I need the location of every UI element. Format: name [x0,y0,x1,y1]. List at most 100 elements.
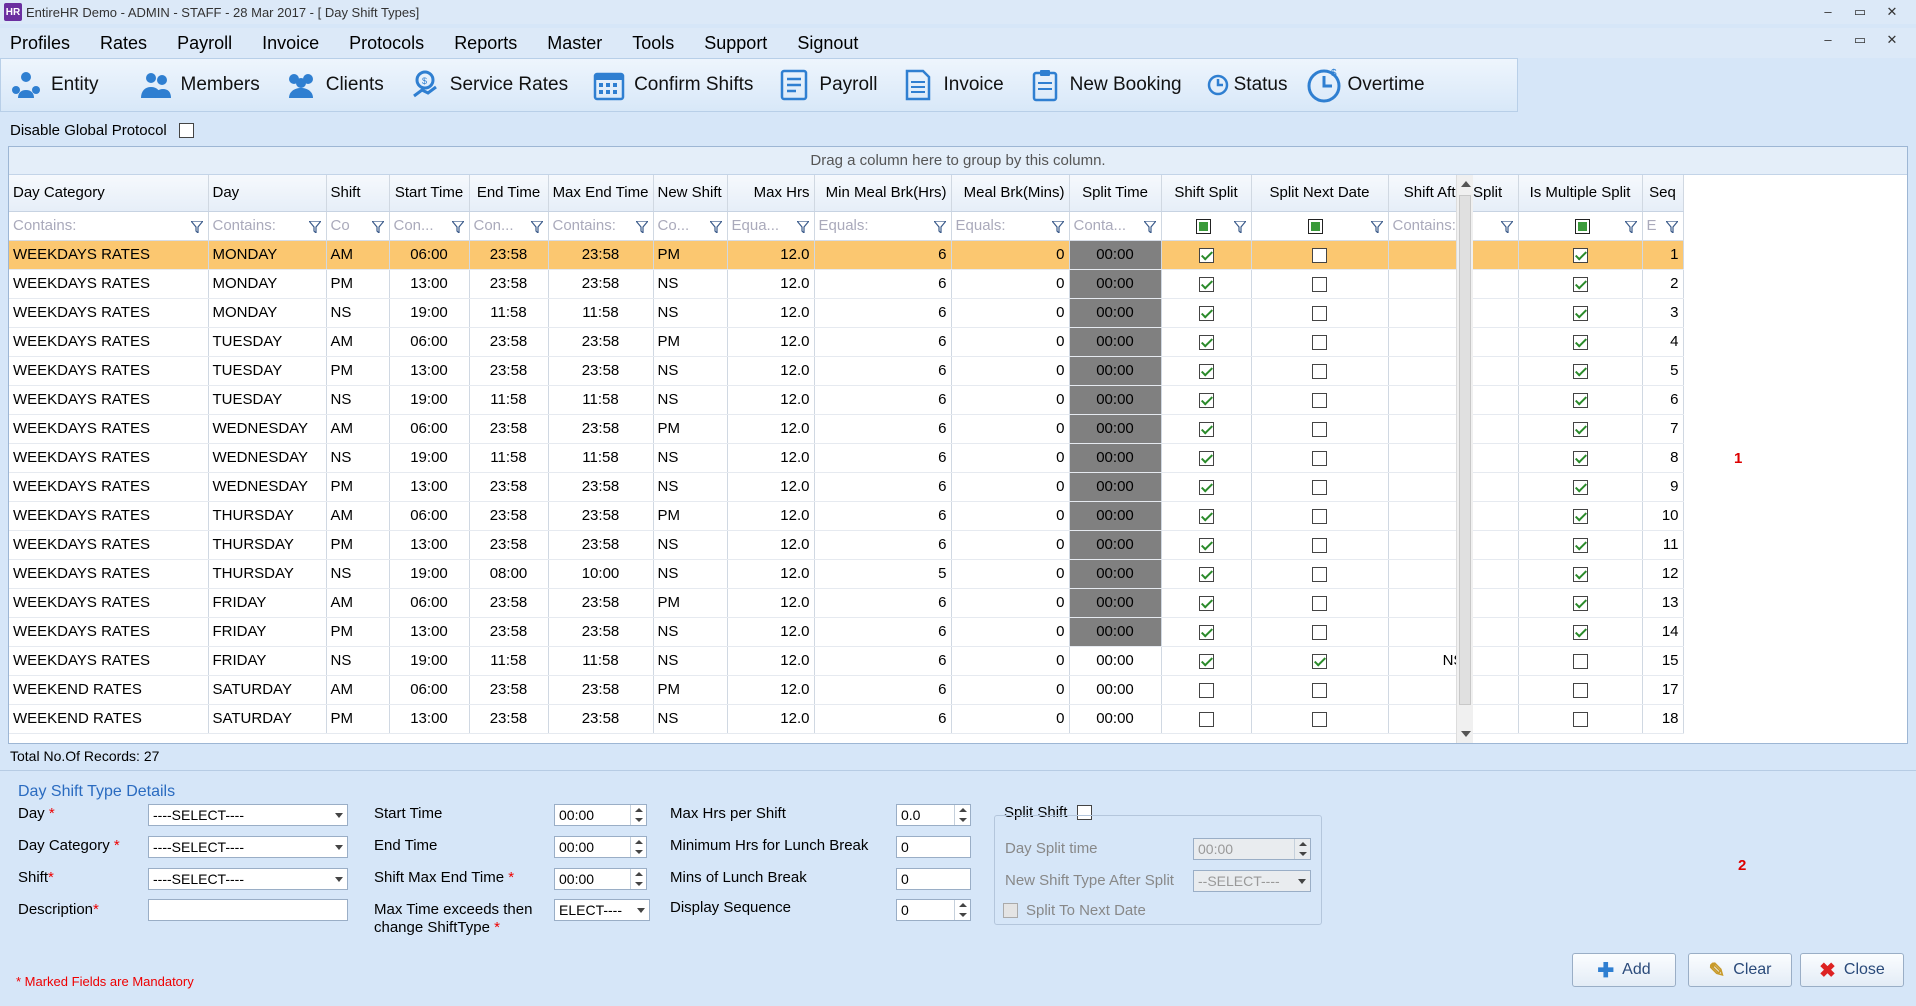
table-cell[interactable]: NS [326,443,390,473]
checked-checkbox[interactable] [1198,537,1214,553]
table-row[interactable]: WEEKDAYS RATES THURSDAY AM 06:00 23:58 23:58 P… [9,501,1684,531]
clear-button[interactable]: ✎ Clear [1688,953,1792,987]
table-cell[interactable]: WEEKDAYS RATES [9,501,209,531]
filter-icon[interactable] [1143,220,1156,233]
table-cell[interactable] [1518,269,1643,299]
table-cell[interactable]: 00:00 [1069,675,1162,705]
table-cell[interactable]: SATURDAY [208,704,327,734]
table-cell[interactable]: 15 [1642,646,1684,676]
checked-checkbox[interactable] [1198,508,1214,524]
table-cell[interactable]: 12.0 [727,559,815,589]
menu-reports[interactable]: Reports [454,31,517,56]
table-cell[interactable]: 00:00 [1069,327,1162,357]
table-cell[interactable] [1388,675,1519,705]
table-cell[interactable]: 12.0 [727,269,815,299]
column-filter[interactable]: Co... [653,211,728,241]
table-cell[interactable] [1388,356,1519,386]
table-row[interactable]: WEEKDAYS RATES FRIDAY AM 06:00 23:58 23:58 PM 1… [9,588,1684,618]
toolbar-entity[interactable]: Entity [9,68,99,102]
checked-checkbox[interactable] [1198,421,1214,437]
table-cell[interactable]: NS [1388,646,1519,676]
table-cell[interactable]: NS [653,704,728,734]
table-cell[interactable]: 12.0 [727,530,815,560]
table-cell[interactable]: 23:58 [469,472,549,502]
table-cell[interactable]: 0 [951,414,1070,444]
column-filter[interactable] [1161,211,1252,241]
table-cell[interactable]: THURSDAY [208,559,327,589]
spinner-icon[interactable] [1294,839,1310,859]
table-cell[interactable]: SATURDAY [208,675,327,705]
menu-payroll[interactable]: Payroll [177,31,232,56]
filter-icon[interactable] [635,220,648,233]
checked-checkbox[interactable] [1198,334,1214,350]
column-header[interactable]: Start Time [389,175,470,212]
table-cell[interactable]: 13:00 [389,356,470,386]
table-cell[interactable]: FRIDAY [208,588,327,618]
table-cell[interactable] [1388,501,1519,531]
table-cell[interactable]: MONDAY [208,269,327,299]
column-header[interactable]: Shift [326,175,390,212]
table-cell[interactable]: NS [653,530,728,560]
day-split-time-input[interactable]: 00:00 [1193,838,1311,860]
table-cell[interactable]: 00:00 [1069,356,1162,386]
spinner-icon[interactable] [954,805,970,825]
table-cell[interactable]: 14 [1642,617,1684,647]
column-filter[interactable]: Contains: [1388,211,1519,241]
table-cell[interactable]: 11:58 [469,443,549,473]
table-cell[interactable]: 00:00 [1069,414,1162,444]
table-cell[interactable]: 12.0 [727,675,815,705]
table-cell[interactable]: WEEKDAYS RATES [9,298,209,328]
filter-icon[interactable] [190,220,203,233]
table-cell[interactable] [1518,588,1643,618]
table-cell[interactable]: 00:00 [1069,617,1162,647]
table-cell[interactable] [1388,385,1519,415]
table-cell[interactable]: 0 [951,443,1070,473]
table-cell[interactable]: PM [326,617,390,647]
table-cell[interactable]: 9 [1642,472,1684,502]
table-cell[interactable]: TUESDAY [208,356,327,386]
filter-icon[interactable] [1233,220,1246,233]
unchecked-checkbox[interactable] [1572,682,1588,698]
table-cell[interactable]: 23:58 [469,588,549,618]
table-cell[interactable]: WEEKDAYS RATES [9,588,209,618]
scroll-thumb[interactable] [1459,195,1471,705]
checked-checkbox[interactable] [1572,624,1588,640]
checked-checkbox[interactable] [1572,305,1588,321]
table-cell[interactable] [1251,617,1389,647]
filter-icon[interactable] [1665,220,1678,233]
table-cell[interactable] [1251,704,1389,734]
toolbar-payroll[interactable]: Payroll [777,68,877,102]
checked-checkbox[interactable] [1198,450,1214,466]
table-cell[interactable]: 06:00 [389,675,470,705]
table-cell[interactable]: 11:58 [548,443,654,473]
table-cell[interactable]: 11:58 [548,646,654,676]
table-cell[interactable]: 00:00 [1069,443,1162,473]
table-cell[interactable]: WEEKEND RATES [9,704,209,734]
table-cell[interactable] [1161,704,1252,734]
table-cell[interactable] [1388,559,1519,589]
menu-signout[interactable]: Signout [797,31,858,56]
unchecked-checkbox[interactable] [1198,711,1214,727]
table-cell[interactable]: 0 [951,501,1070,531]
table-cell[interactable]: 12.0 [727,588,815,618]
table-cell[interactable]: NS [653,269,728,299]
table-cell[interactable]: 6 [814,704,952,734]
table-cell[interactable]: 23:58 [469,269,549,299]
table-cell[interactable]: NS [653,646,728,676]
table-cell[interactable]: 0 [951,356,1070,386]
table-cell[interactable]: 19:00 [389,646,470,676]
checked-checkbox[interactable] [1572,508,1588,524]
shift-max-end-time-input[interactable]: 00:00 [554,868,647,890]
menu-rates[interactable]: Rates [100,31,147,56]
checked-checkbox[interactable] [1572,595,1588,611]
table-cell[interactable]: 23:58 [469,356,549,386]
new-shift-type-select[interactable]: --SELECT---- [1193,870,1311,892]
table-cell[interactable] [1161,501,1252,531]
table-cell[interactable]: 6 [814,501,952,531]
table-cell[interactable]: 23:58 [548,588,654,618]
table-cell[interactable]: 00:00 [1069,385,1162,415]
table-cell[interactable]: 6 [814,298,952,328]
table-cell[interactable]: 10:00 [548,559,654,589]
table-cell[interactable]: WEEKDAYS RATES [9,559,209,589]
unchecked-checkbox[interactable] [1312,595,1327,611]
